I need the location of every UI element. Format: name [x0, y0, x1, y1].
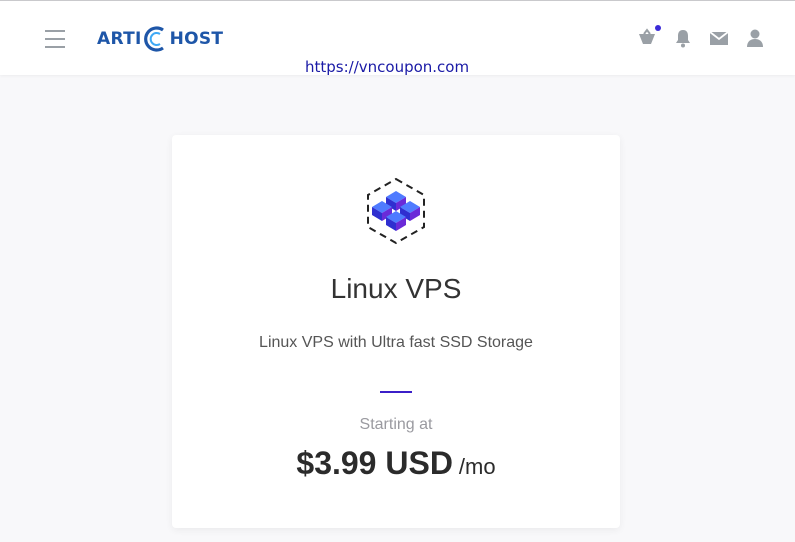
user-icon[interactable]	[745, 28, 765, 48]
plan-price: $3.99 USD/mo	[172, 445, 620, 482]
bell-icon[interactable]	[673, 28, 693, 48]
logo-ring-icon	[143, 26, 164, 52]
linux-vps-plan-card[interactable]: Linux VPS Linux VPS with Ultra fast SSD …	[172, 135, 620, 528]
logo-text-right: HOST	[169, 29, 224, 49]
plan-description: Linux VPS with Ultra fast SSD Storage	[259, 334, 533, 351]
server-cubes-icon	[367, 177, 425, 245]
price-amount: $3.99 USD	[296, 445, 453, 481]
logo-text-left: ARTI	[97, 29, 142, 49]
plan-title: Linux VPS	[330, 273, 462, 304]
divider	[380, 391, 412, 393]
cart-icon[interactable]	[637, 25, 661, 48]
menu-icon[interactable]	[45, 30, 65, 48]
artichost-logo[interactable]: ARTI HOST	[97, 21, 223, 57]
cart-notification-dot	[655, 25, 661, 31]
watermark-url: https://vncoupon.com	[305, 58, 470, 76]
price-period: /mo	[458, 454, 496, 479]
mail-icon[interactable]	[709, 28, 729, 48]
starting-at-label: Starting at	[359, 416, 433, 433]
